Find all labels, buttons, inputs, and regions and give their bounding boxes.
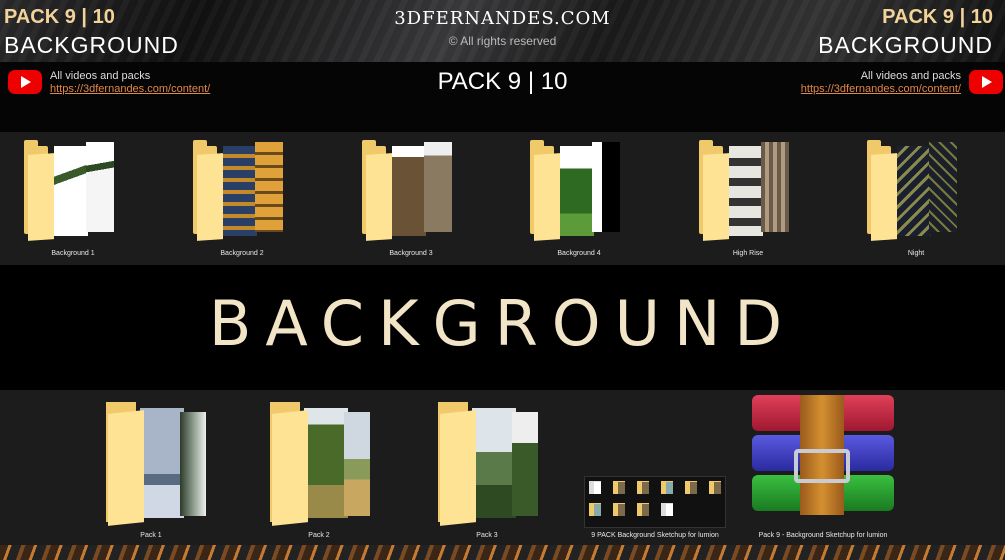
mini-file-icon [661,503,673,516]
folder-label: Pack 3 [476,532,498,539]
mini-folder-icon [589,481,601,494]
folder-front [440,410,476,526]
folder-label: Pack 2 [308,532,330,539]
preview-image [180,412,206,516]
big-title: BACKGROUND [208,287,797,360]
folder-grid-preview[interactable] [584,476,726,528]
preview-image [392,146,426,236]
winrar-archive-icon[interactable] [752,395,894,515]
preview-image [54,146,88,236]
videos-label-right: All videos and packs [860,70,961,82]
preview-image [472,408,516,518]
bottom-decor-strip [0,545,1005,560]
mini-folder-icon [637,481,649,494]
preview-image [761,142,789,232]
preview-image [929,142,957,232]
preview-image [560,146,594,236]
folder-pack-2[interactable] [270,398,380,526]
preview-image [255,142,283,232]
folder-front [366,153,392,241]
folder-background-2[interactable] [193,140,289,244]
buckle [794,449,850,483]
preview-image [729,146,763,236]
folder-front [534,153,560,241]
folder-front [108,410,144,526]
folder-front [871,153,897,241]
category-title-right: BACKGROUND [818,32,993,58]
folder-label: Background 4 [557,250,601,257]
folder-label: Background 3 [389,250,433,257]
preview-image [424,142,452,232]
folder-label: High Rise [732,250,764,257]
preview-image [86,142,114,232]
mini-folder-icon [661,481,673,494]
folder-front [28,153,54,241]
folder-background-4[interactable] [530,140,626,244]
mini-folder-icon [589,503,601,516]
mini-folder-icon [709,481,721,494]
preview-image [344,412,370,516]
folder-pack-1[interactable] [106,398,216,526]
archive-label: Pack 9 - Background Sketchup for lumion [758,532,888,539]
mini-folder-icon [613,481,625,494]
folder-high-rise[interactable] [699,140,795,244]
youtube-icon[interactable] [969,70,1003,94]
site-name: 3DFERNANDES.COM [394,8,611,29]
preview-image [223,146,257,236]
folder-night[interactable] [867,140,963,244]
header-banner: PACK 9 | 10 BACKGROUND 3DFERNANDES.COM ©… [0,0,1005,62]
mini-folder-icon [613,503,625,516]
preview-image [592,142,620,232]
preview-image [140,408,184,518]
folder-front [703,153,729,241]
info-bar: All videos and packs https://3dfernandes… [0,62,1005,132]
grid-label: 9 PACK Background Sketchup for lumion [591,532,719,539]
folder-row-top: Background 1 Background 2 Background 3 B… [0,132,1005,265]
folder-front [197,153,223,241]
title-band: BACKGROUND [0,265,1005,390]
preview-image [897,146,931,236]
folder-background-3[interactable] [362,140,458,244]
folder-label: Night [907,250,925,257]
preview-image [304,408,348,518]
mini-folder-icon [637,503,649,516]
folder-label: Background 1 [51,250,95,257]
preview-image [512,412,538,516]
folder-front [272,410,308,526]
pack-number-right: PACK 9 | 10 [882,6,993,28]
mini-folder-icon [685,481,697,494]
folder-label: Background 2 [220,250,264,257]
folder-label: Pack 1 [140,532,162,539]
folder-pack-3[interactable] [438,398,548,526]
content-link-right[interactable]: https://3dfernandes.com/content/ [801,83,961,95]
folder-background-1[interactable] [24,140,120,244]
